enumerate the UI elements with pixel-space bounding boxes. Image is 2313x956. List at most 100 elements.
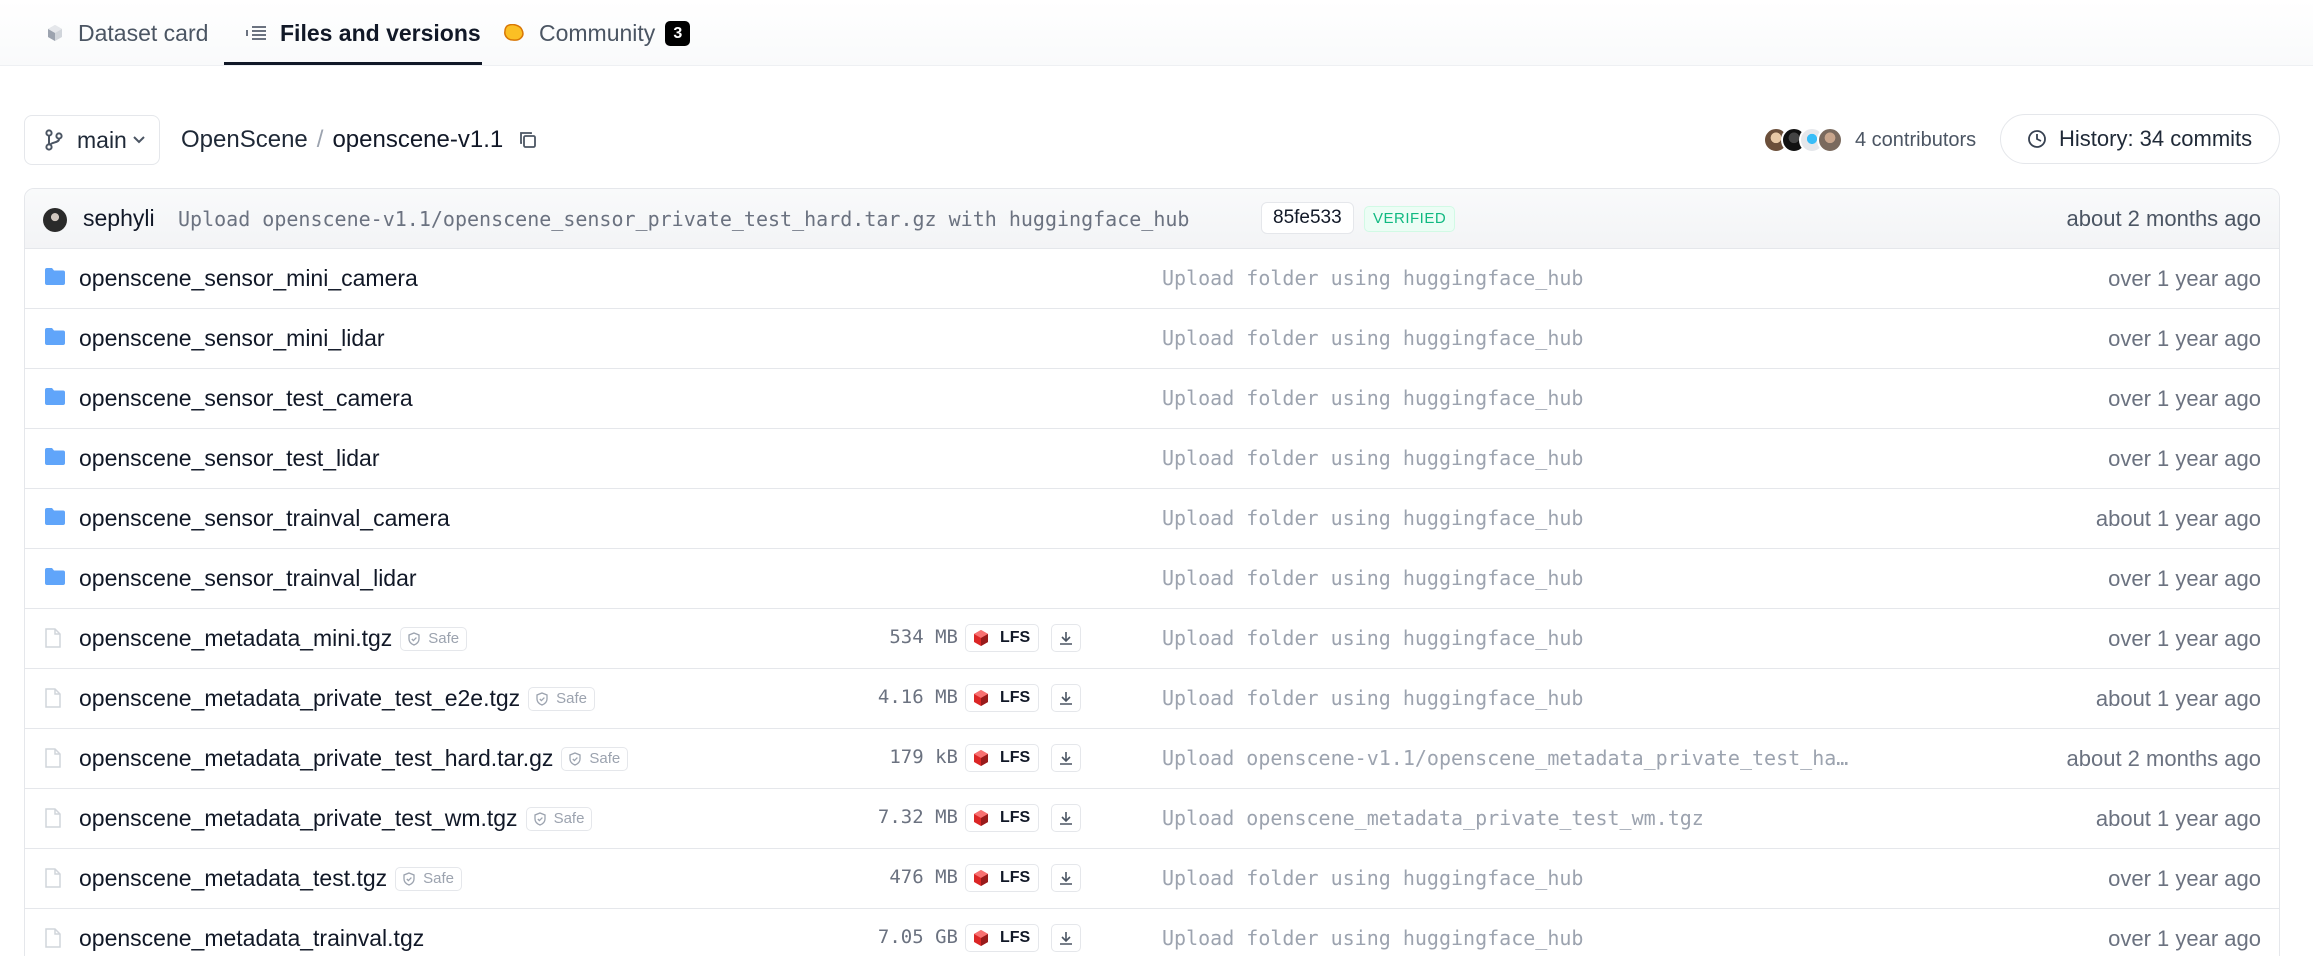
contributors-link[interactable]: 4 contributors xyxy=(1763,122,1976,158)
download-icon[interactable] xyxy=(1051,744,1081,772)
breadcrumb-repo[interactable]: openscene-v1.1 xyxy=(332,126,503,154)
file-list: openscene_sensor_mini_camera Upload folde… xyxy=(25,249,2279,956)
file-icon xyxy=(45,688,61,708)
folder-name[interactable]: openscene_sensor_test_lidar xyxy=(79,445,379,472)
folder-row[interactable]: openscene_sensor_trainval_lidar Upload fo… xyxy=(25,549,2279,609)
row-commit-message[interactable]: Upload folder using huggingface_hub xyxy=(1162,446,1583,470)
safe-badge[interactable]: Safe xyxy=(525,806,593,831)
branch-name: main xyxy=(77,126,127,153)
file-size: 4.16 MB xyxy=(877,686,958,708)
file-row[interactable]: openscene_metadata_private_test_hard.tar… xyxy=(25,729,2279,789)
folder-name-text: openscene_sensor_mini_lidar xyxy=(79,325,385,351)
download-icon[interactable] xyxy=(1051,804,1081,832)
branch-selector-button[interactable]: main xyxy=(24,115,160,165)
row-commit-message[interactable]: Upload openscene_metadata_private_test_w… xyxy=(1162,806,1704,830)
file-name[interactable]: openscene_metadata_private_test_hard.tar… xyxy=(79,745,629,772)
folder-icon xyxy=(45,388,65,405)
row-commit-message[interactable]: Upload folder using huggingface_hub xyxy=(1162,326,1583,350)
row-commit-message[interactable]: Upload folder using huggingface_hub xyxy=(1162,626,1583,650)
row-commit-message[interactable]: Upload folder using huggingface_hub xyxy=(1162,506,1583,530)
folder-row[interactable]: openscene_sensor_test_camera Upload folde… xyxy=(25,369,2279,429)
file-row[interactable]: openscene_metadata_test.tgz Safe 476 MB LFS… xyxy=(25,849,2279,909)
branch-icon xyxy=(45,129,63,151)
folder-icon xyxy=(45,568,65,585)
download-icon[interactable] xyxy=(1051,864,1081,892)
folder-row[interactable]: openscene_sensor_test_lidar Upload folder… xyxy=(25,429,2279,489)
file-name[interactable]: openscene_metadata_private_test_e2e.tgz S… xyxy=(79,685,596,712)
tab-dataset-card[interactable]: Dataset card xyxy=(46,0,208,66)
file-row[interactable]: openscene_metadata_private_test_wm.tgz Sa… xyxy=(25,789,2279,849)
row-time: over 1 year ago xyxy=(2108,626,2261,651)
safe-badge[interactable]: Safe xyxy=(561,746,629,771)
community-icon xyxy=(503,24,525,42)
lfs-label: LFS xyxy=(1000,689,1031,706)
folder-icon xyxy=(45,328,65,345)
folder-name[interactable]: openscene_sensor_mini_lidar xyxy=(79,325,385,352)
folder-name[interactable]: openscene_sensor_test_camera xyxy=(79,385,413,412)
lfs-cube-icon xyxy=(972,689,995,707)
download-icon[interactable] xyxy=(1051,624,1081,652)
commit-time: about 2 months ago xyxy=(2066,205,2261,231)
lfs-cube-icon xyxy=(972,869,995,887)
row-commit-message[interactable]: Upload folder using huggingface_hub xyxy=(1162,566,1583,590)
breadcrumb-owner[interactable]: OpenScene xyxy=(181,126,308,154)
row-time: about 2 months ago xyxy=(2066,746,2261,771)
history-button[interactable]: History: 34 commits xyxy=(2000,114,2280,164)
lfs-badge: LFS xyxy=(965,684,1040,712)
shield-check-icon xyxy=(569,751,585,766)
safe-badge[interactable]: Safe xyxy=(400,626,468,651)
folder-icon xyxy=(45,448,65,465)
tab-files-and-versions[interactable]: Files and versions xyxy=(246,0,481,66)
folder-name[interactable]: openscene_sensor_trainval_camera xyxy=(79,505,450,532)
folder-name-text: openscene_sensor_test_camera xyxy=(79,385,413,411)
folder-row[interactable]: openscene_sensor_mini_lidar Upload folder… xyxy=(25,309,2279,369)
copy-icon[interactable] xyxy=(519,131,537,149)
safe-badge[interactable]: Safe xyxy=(395,866,463,891)
repo-tabs: Dataset card Files and versions Communit… xyxy=(0,0,2313,66)
file-row[interactable]: openscene_metadata_private_test_e2e.tgz S… xyxy=(25,669,2279,729)
file-row[interactable]: openscene_metadata_mini.tgz Safe 534 MB LFS… xyxy=(25,609,2279,669)
row-commit-message[interactable]: Upload folder using huggingface_hub xyxy=(1162,266,1583,290)
folder-name[interactable]: openscene_sensor_mini_camera xyxy=(79,265,418,292)
file-name[interactable]: openscene_metadata_trainval.tgz xyxy=(79,925,424,952)
tab-community[interactable]: Community 3 xyxy=(503,0,691,66)
row-commit-message[interactable]: Upload folder using huggingface_hub xyxy=(1162,686,1583,710)
file-icon xyxy=(45,868,61,888)
safe-label: Safe xyxy=(423,869,455,887)
folder-row[interactable]: openscene_sensor_mini_camera Upload folde… xyxy=(25,249,2279,309)
lfs-cube-icon xyxy=(972,809,995,827)
commit-author[interactable]: sephyli xyxy=(83,205,155,232)
safe-label: Safe xyxy=(589,749,621,767)
safe-label: Safe xyxy=(553,809,585,827)
row-commit-message[interactable]: Upload folder using huggingface_hub xyxy=(1162,386,1583,410)
file-name-text: openscene_metadata_test.tgz xyxy=(79,865,388,891)
row-time: about 1 year ago xyxy=(2095,686,2261,711)
breadcrumb-separator: / xyxy=(316,126,324,153)
lfs-badge: LFS xyxy=(965,624,1040,652)
safe-label: Safe xyxy=(556,689,588,707)
row-commit-message[interactable]: Upload openscene-v1.1/openscene_metadata… xyxy=(1162,746,1848,770)
lfs-badge: LFS xyxy=(965,804,1040,832)
folder-name-text: openscene_sensor_test_lidar xyxy=(79,445,380,471)
row-commit-message[interactable]: Upload folder using huggingface_hub xyxy=(1162,926,1583,950)
folder-row[interactable]: openscene_sensor_trainval_camera Upload f… xyxy=(25,489,2279,549)
file-name-text: openscene_metadata_private_test_wm.tgz xyxy=(79,805,518,831)
file-name[interactable]: openscene_metadata_private_test_wm.tgz Sa… xyxy=(79,805,593,832)
folder-icon xyxy=(45,508,65,525)
file-name[interactable]: openscene_metadata_test.tgz Safe xyxy=(79,865,463,892)
commit-message[interactable]: Upload openscene-v1.1/openscene_sensor_p… xyxy=(178,207,1189,231)
safe-badge[interactable]: Safe xyxy=(528,686,596,711)
download-icon[interactable] xyxy=(1051,924,1081,952)
shield-check-icon xyxy=(536,691,552,706)
file-icon xyxy=(45,628,61,648)
folder-name-text: openscene_sensor_mini_camera xyxy=(79,265,418,291)
file-icon xyxy=(45,748,61,768)
download-icon[interactable] xyxy=(1051,684,1081,712)
file-name[interactable]: openscene_metadata_mini.tgz Safe xyxy=(79,625,468,652)
commit-hash[interactable]: 85fe533 xyxy=(1261,202,1354,234)
row-commit-message[interactable]: Upload folder using huggingface_hub xyxy=(1162,866,1583,890)
row-time: over 1 year ago xyxy=(2108,866,2261,891)
file-row[interactable]: openscene_metadata_trainval.tgz 7.05 GB LF… xyxy=(25,909,2279,956)
lfs-label: LFS xyxy=(1000,629,1031,646)
folder-name[interactable]: openscene_sensor_trainval_lidar xyxy=(79,565,417,592)
